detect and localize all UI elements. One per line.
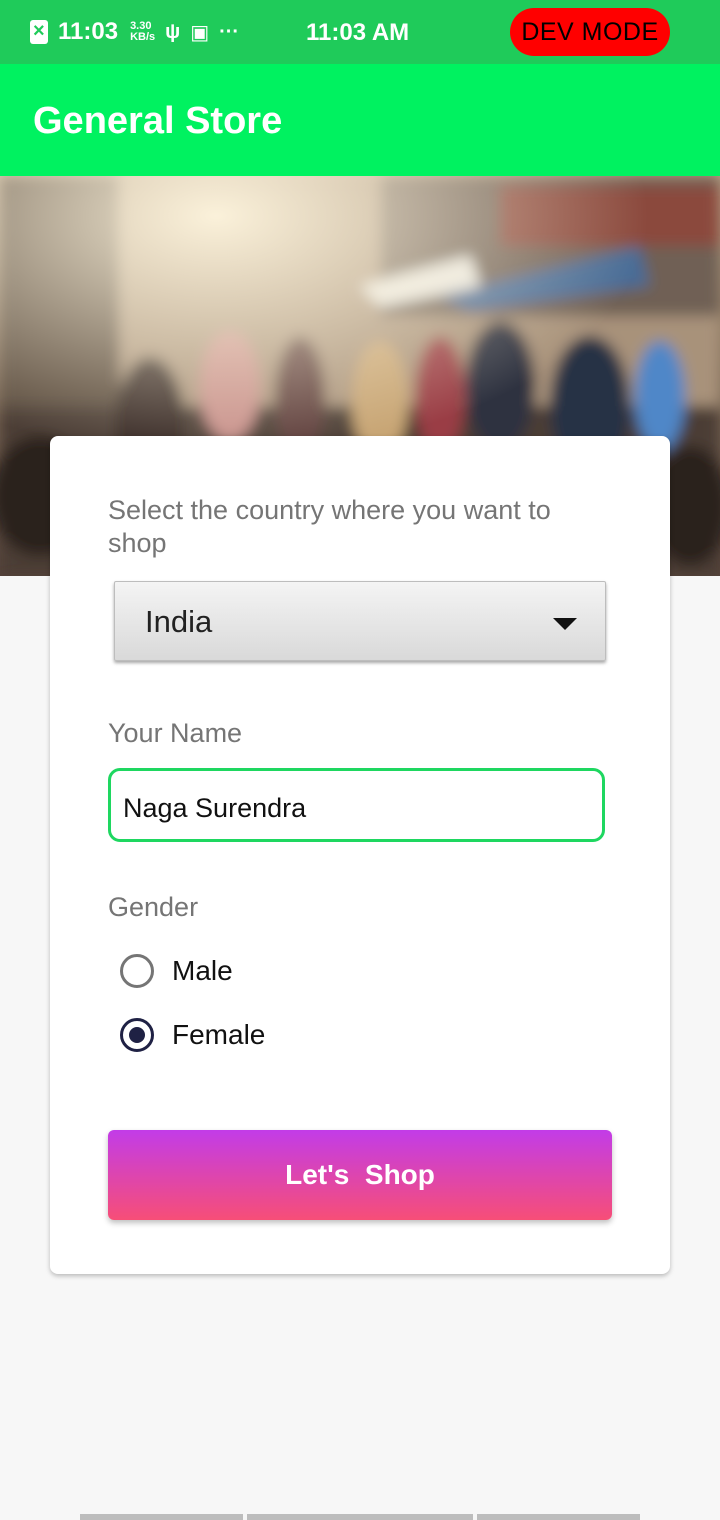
more-notifications-icon: ··· (219, 20, 240, 43)
nav-segment-center[interactable] (247, 1514, 473, 1520)
radio-male[interactable]: Male (120, 954, 233, 988)
usb-icon: ψ (165, 20, 181, 43)
navigation-bar (0, 1514, 720, 1520)
country-selected-value: India (145, 604, 213, 639)
network-speed: 3.30 KB/s (130, 21, 155, 43)
status-bar: 11:03 3.30 KB/s ψ ▣ ··· 11:03 AM DEV MOD… (0, 0, 720, 64)
sim-icon (30, 19, 48, 44)
dropdown-arrow-icon (553, 618, 577, 630)
lets-shop-button[interactable]: Let's Shop (108, 1130, 612, 1220)
nav-segment-left[interactable] (80, 1514, 243, 1520)
form-card: Select the country where you want to sho… (50, 436, 670, 1274)
network-speed-unit: KB/s (130, 31, 156, 43)
name-label: Your Name (108, 718, 243, 748)
status-left: 11:03 3.30 KB/s ψ ▣ ··· (30, 18, 239, 46)
debug-icon: ▣ (190, 21, 210, 44)
radio-female-circle[interactable] (120, 1018, 154, 1052)
app-bar: General Store (0, 64, 720, 176)
status-clock: 11:03 AM (306, 19, 410, 46)
radio-female[interactable]: Female (120, 1018, 265, 1052)
radio-male-circle[interactable] (120, 954, 154, 988)
nav-segment-right[interactable] (477, 1514, 640, 1520)
status-time: 11:03 (58, 18, 119, 45)
dev-mode-badge: DEV MODE (510, 8, 670, 56)
app-title: General Store (33, 100, 283, 142)
country-dropdown[interactable]: India (114, 581, 606, 661)
name-input-value: Naga Surendra (123, 793, 307, 823)
gender-label: Gender (108, 892, 199, 922)
country-label: Select the country where you want to sho… (108, 495, 551, 558)
radio-male-label: Male (172, 955, 233, 986)
radio-female-label: Female (172, 1019, 266, 1050)
name-input[interactable]: Naga Surendra (108, 768, 605, 842)
